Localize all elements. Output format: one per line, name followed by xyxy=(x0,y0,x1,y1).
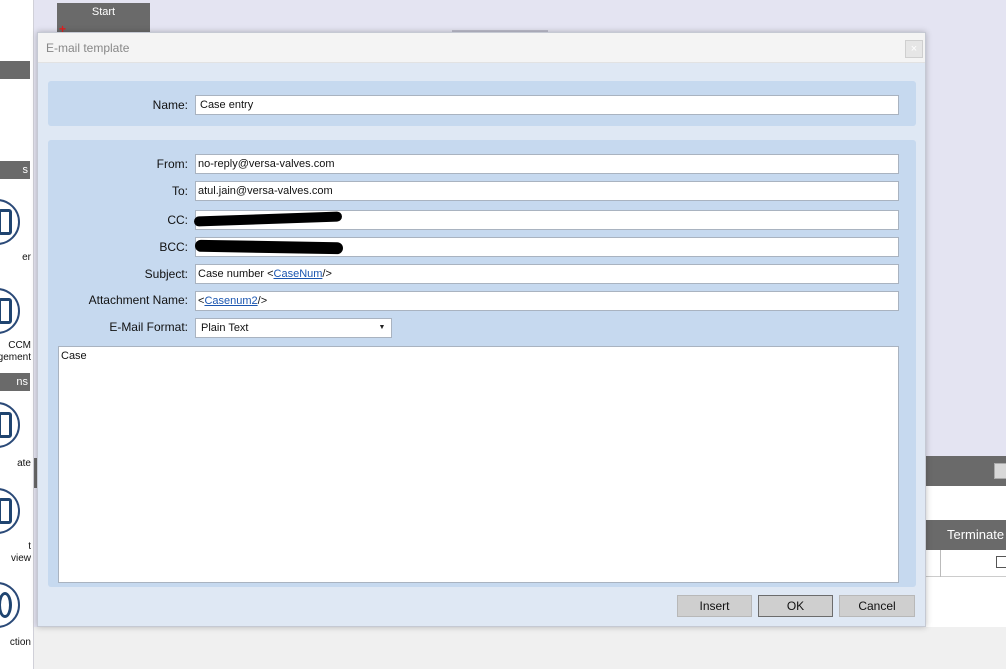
terminate-checkbox[interactable] xyxy=(996,556,1006,568)
subject-input[interactable]: Case number <CaseNum/> xyxy=(195,264,899,284)
name-panel: Name: Case entry xyxy=(48,81,916,126)
document-icon[interactable] xyxy=(0,288,20,334)
cc-label: CC: xyxy=(167,213,188,227)
from-input[interactable]: no-reply@versa-valves.com xyxy=(195,154,899,174)
terminate-column-header[interactable]: Terminate xyxy=(924,520,1006,550)
maximize-icon[interactable] xyxy=(994,463,1006,479)
email-template-dialog: E-mail template × Name: Case entry From:… xyxy=(37,32,926,627)
ok-button[interactable]: OK xyxy=(758,595,833,617)
dialog-titlebar[interactable]: E-mail template × xyxy=(38,33,925,63)
start-label: Start xyxy=(91,6,116,18)
email-body-textarea[interactable]: Case xyxy=(58,346,899,583)
email-format-value: Plain Text xyxy=(201,322,249,334)
start-node[interactable]: Start + xyxy=(57,3,150,35)
insert-button[interactable]: Insert xyxy=(677,595,752,617)
toolbar-label: ate xyxy=(17,458,31,469)
attachment-name-label: Attachment Name: xyxy=(88,293,188,307)
attachment-name-input[interactable]: <Casenum2/> xyxy=(195,291,899,311)
toolbar-label: CCM agement xyxy=(0,340,31,363)
template-icon[interactable] xyxy=(0,402,20,448)
to-input[interactable]: atul.jain@versa-valves.com xyxy=(195,181,899,201)
bcc-label: BCC: xyxy=(159,240,188,254)
subject-text: Case number < xyxy=(198,268,274,280)
subject-label: Subject: xyxy=(144,267,188,281)
toolbar-circle-icon[interactable] xyxy=(0,199,20,245)
from-label: From: xyxy=(156,157,188,171)
user-icon[interactable] xyxy=(0,582,20,628)
left-section-header: s xyxy=(0,161,30,179)
redaction-mark xyxy=(194,239,344,255)
toolbar-label: ction xyxy=(9,637,31,648)
panel-body xyxy=(924,486,1006,520)
column-divider xyxy=(940,550,941,577)
dialog-title: E-mail template xyxy=(46,41,130,55)
email-format-select[interactable]: Plain Text ▼ xyxy=(195,318,392,338)
close-icon[interactable]: × xyxy=(905,40,923,58)
background-bottom-area xyxy=(34,627,1006,669)
chevron-down-icon[interactable]: ▼ xyxy=(373,319,391,337)
toolbar-label: t view xyxy=(10,541,31,564)
attachment-text: /> xyxy=(257,295,268,307)
fields-panel: From: no-reply@versa-valves.com To: atul… xyxy=(48,140,916,587)
email-format-label: E-Mail Format: xyxy=(109,320,188,334)
left-section-header xyxy=(0,61,30,79)
toolbar-label: er xyxy=(22,252,31,263)
table-row xyxy=(924,550,1006,577)
subject-text: /> xyxy=(322,268,332,280)
view-icon[interactable] xyxy=(0,488,20,534)
to-label: To: xyxy=(171,184,188,198)
name-input[interactable]: Case entry xyxy=(195,95,899,115)
subject-field-link[interactable]: CaseNum xyxy=(274,268,323,280)
attachment-field-link[interactable]: Casenum2 xyxy=(204,295,257,307)
left-section-header: ns xyxy=(0,373,30,391)
panel-header xyxy=(924,456,1006,486)
cancel-button[interactable]: Cancel xyxy=(839,595,915,617)
background-left-toolbar: s ns er CCM agement ate t view ction xyxy=(0,0,34,669)
name-label: Name: xyxy=(152,98,188,112)
